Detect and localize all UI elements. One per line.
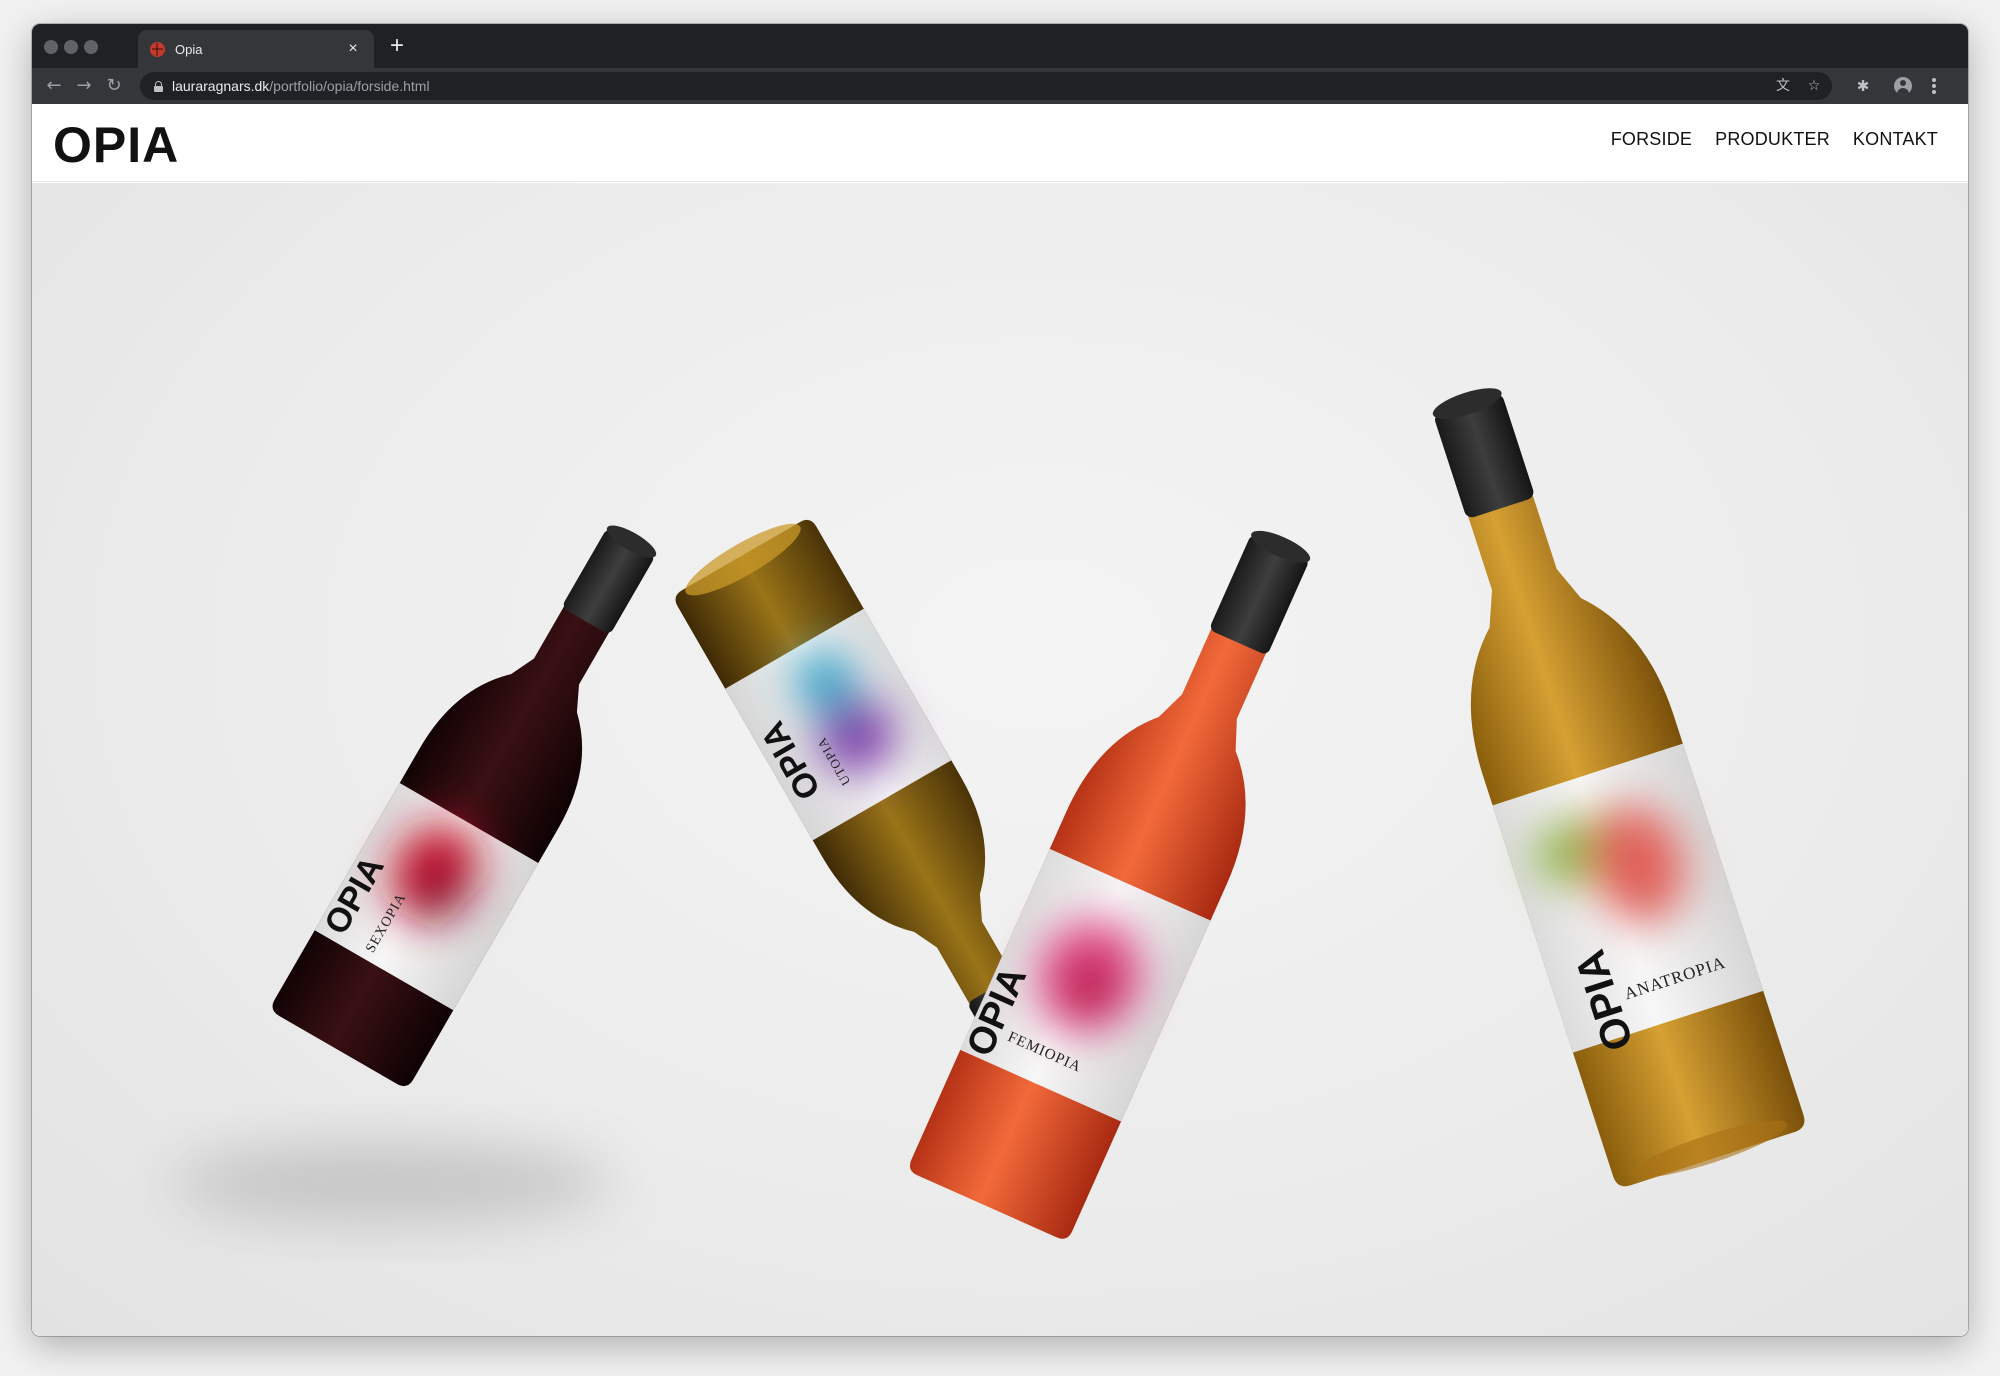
tab-title: Opia [175,41,203,57]
url-path: /portfolio/opia/forside.html [269,78,430,94]
reload-icon[interactable]: ↻ [100,72,128,100]
forward-arrow-icon[interactable]: → [70,72,98,100]
site-logo[interactable]: OPIA [53,116,179,174]
hero-image: OPIA SEXOPIA OPIA UTOPIA OPIA FEMIOPIA O… [32,183,1968,1336]
browser-window: Opia × + ← → ↻ lauraragnars.dk/portfolio… [32,24,1968,1336]
window-close-dot[interactable] [44,40,58,54]
lock-icon [154,80,163,92]
browser-tab[interactable]: Opia × [138,30,374,68]
back-arrow-icon[interactable]: ← [40,72,68,100]
address-bar[interactable]: lauraragnars.dk/portfolio/opia/forside.h… [140,72,1832,100]
tab-strip: Opia × + [32,24,1968,68]
puzzle-icon[interactable]: ✱ [1853,76,1873,96]
bottles-illustration: OPIA SEXOPIA OPIA UTOPIA OPIA FEMIOPIA O… [172,388,1805,1239]
bottle-anatropia: OPIA ANATROPIA [1432,388,1805,1187]
url-text: lauraragnars.dk/portfolio/opia/forside.h… [172,78,430,94]
window-zoom-dot[interactable] [84,40,98,54]
bottle-shadow [172,1143,612,1223]
kebab-menu-icon[interactable] [1932,78,1936,94]
site-header: OPIA FORSIDE PRODUKTER KONTAKT [32,104,1968,182]
browser-toolbar: ← → ↻ lauraragnars.dk/portfolio/opia/for… [32,68,1968,104]
bottle-sexopia: OPIA SEXOPIA [272,525,657,1087]
translate-icon[interactable]: 文 [1774,77,1792,95]
main-nav: FORSIDE PRODUKTER KONTAKT [1611,129,1938,150]
globe-favicon-icon [150,41,165,57]
url-host: lauraragnars.dk [172,78,270,94]
tab-close-icon[interactable]: × [344,40,362,58]
star-icon[interactable]: ☆ [1805,77,1823,95]
nav-link-produkter[interactable]: PRODUKTER [1715,129,1830,150]
window-minimize-dot[interactable] [64,40,78,54]
website: OPIA FORSIDE PRODUKTER KONTAKT OPIA SEXO… [32,104,1968,1336]
profile-icon[interactable] [1894,77,1912,95]
nav-link-kontakt[interactable]: KONTAKT [1853,129,1938,150]
new-tab-button[interactable]: + [384,34,410,60]
nav-link-forside[interactable]: FORSIDE [1611,129,1692,150]
